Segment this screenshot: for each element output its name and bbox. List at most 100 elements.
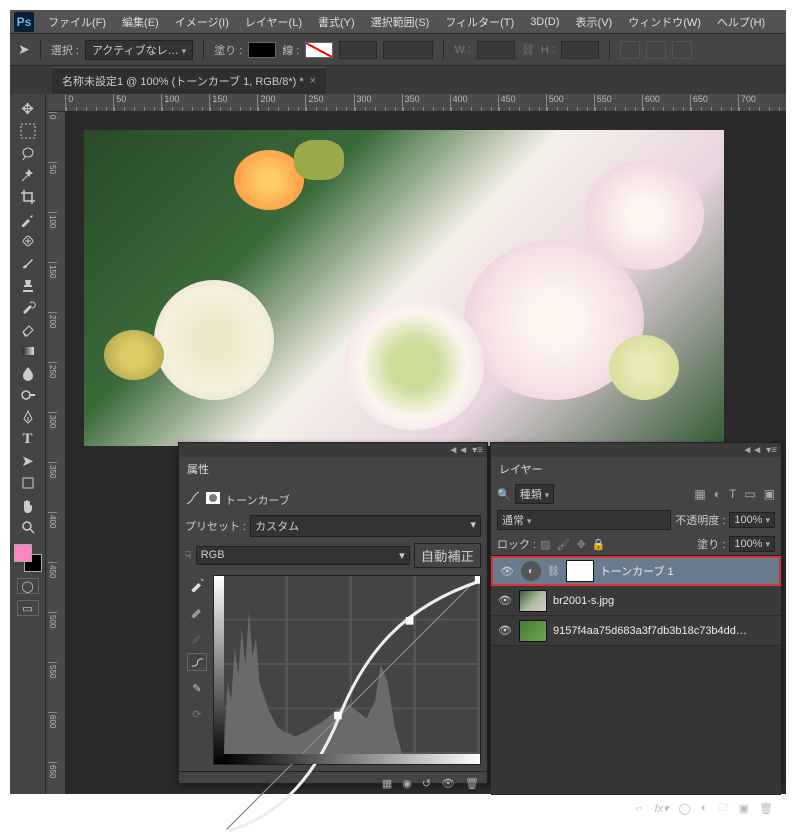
delete-layer-icon[interactable]: 🗑	[759, 802, 773, 815]
channel-dropdown[interactable]: RGB▾	[196, 546, 410, 565]
filter-adjust-icon[interactable]: ◐	[714, 487, 721, 501]
align-icon[interactable]	[646, 41, 666, 59]
gradient-tool[interactable]	[14, 340, 42, 362]
menu-file[interactable]: ファイル(F)	[40, 10, 114, 34]
sample-gray-icon[interactable]	[187, 601, 207, 619]
menu-image[interactable]: イメージ(I)	[167, 10, 237, 34]
auto-button[interactable]: 自動補正	[414, 543, 481, 568]
menu-view[interactable]: 表示(V)	[568, 10, 621, 34]
w-input[interactable]	[477, 41, 515, 59]
layer-name[interactable]: 9157f4aa75d683a3f7db3b18c73b4dd…	[553, 625, 747, 637]
eraser-tool[interactable]	[14, 318, 42, 340]
menu-layer[interactable]: レイヤー(L)	[237, 10, 310, 34]
marquee-tool[interactable]	[14, 120, 42, 142]
curve-draw-icon[interactable]: ✎	[187, 679, 207, 697]
new-group-icon[interactable]: 🗀	[718, 799, 729, 818]
color-swatches[interactable]	[14, 544, 42, 572]
filter-type-icon[interactable]: T	[729, 487, 736, 501]
dodge-tool[interactable]	[14, 384, 42, 406]
curves-graph[interactable]	[213, 575, 481, 765]
shape-tool[interactable]	[14, 472, 42, 494]
sample-white-icon[interactable]	[187, 575, 207, 593]
close-tab-icon[interactable]: ×	[310, 75, 316, 87]
menu-window[interactable]: ウィンドウ(W)	[620, 10, 709, 34]
pen-tool[interactable]	[14, 406, 42, 428]
blend-mode[interactable]: 通常	[497, 510, 671, 530]
layer-thumb[interactable]	[519, 620, 547, 642]
menu-edit[interactable]: 編集(E)	[114, 10, 167, 34]
visibility-icon[interactable]: 👁	[497, 594, 513, 607]
menu-select[interactable]: 選択範囲(S)	[363, 10, 438, 34]
layer-thumb[interactable]	[519, 590, 547, 612]
mask-link-icon[interactable]: ⛓	[547, 566, 560, 577]
fill-swatch[interactable]	[248, 42, 276, 58]
panel-collapse-icon[interactable]: ◄◄	[742, 445, 762, 456]
lasso-tool[interactable]	[14, 142, 42, 164]
preset-dropdown[interactable]: カスタム▾	[250, 515, 481, 537]
opacity-value[interactable]: 100%	[729, 512, 775, 528]
lock-transparent-icon[interactable]: ▨	[540, 538, 550, 551]
layer-row[interactable]: 👁 ◐ ⛓ トーンカーブ 1	[491, 556, 781, 586]
brush-tool[interactable]	[14, 252, 42, 274]
layer-mask-thumb[interactable]	[566, 560, 594, 582]
lock-position-icon[interactable]: ✥	[577, 538, 586, 551]
layer-filter-kind[interactable]: 種類	[515, 484, 555, 504]
select-active-layers[interactable]: アクティブなレ…	[85, 40, 193, 60]
zoom-tool[interactable]	[14, 516, 42, 538]
link-layers-icon[interactable]: ⇔	[634, 802, 645, 814]
curve-point-icon[interactable]	[187, 653, 207, 671]
panel-menu-icon[interactable]: ▾≡	[472, 445, 483, 456]
lock-all-icon[interactable]: 🔒	[592, 538, 606, 551]
layer-name[interactable]: トーンカーブ 1	[600, 563, 674, 579]
link-wh-icon[interactable]: ⛓	[521, 43, 535, 56]
hand-tool[interactable]	[14, 494, 42, 516]
h-input[interactable]	[561, 41, 599, 59]
history-brush-tool[interactable]	[14, 296, 42, 318]
lock-paint-icon[interactable]: 🖌	[557, 538, 571, 551]
move-tool[interactable]: ✥	[14, 98, 42, 120]
fill-opacity-value[interactable]: 100%	[729, 536, 775, 552]
mask-icon	[205, 490, 221, 509]
quickmask-icon[interactable]: ◯	[17, 578, 39, 594]
visibility-icon[interactable]: 👁	[499, 565, 515, 578]
curve-smooth-icon[interactable]: ⟳	[187, 705, 207, 723]
heal-tool[interactable]	[14, 230, 42, 252]
add-mask-icon[interactable]: ◯	[679, 802, 691, 815]
tool-panel: ✥ T ➤ ◯ ▭	[10, 94, 46, 794]
stroke-style[interactable]	[383, 41, 433, 59]
panel-collapse-icon[interactable]: ◄◄	[448, 445, 468, 456]
new-adjustment-icon[interactable]: ◐	[701, 802, 708, 814]
menu-filter[interactable]: フィルター(T)	[437, 10, 522, 34]
visibility-icon[interactable]: 👁	[497, 624, 513, 637]
layer-row[interactable]: 👁 br2001-s.jpg	[491, 586, 781, 616]
new-layer-icon[interactable]: ▣	[739, 802, 749, 815]
filter-pixel-icon[interactable]: ▦	[694, 487, 705, 501]
filter-smart-icon[interactable]: ▣	[764, 487, 775, 501]
crop-tool[interactable]	[14, 186, 42, 208]
panel-menu-icon[interactable]: ▾≡	[766, 445, 777, 456]
document-tab[interactable]: 名称未設定1 @ 100% (トーンカーブ 1, RGB/8*) * ×	[52, 67, 326, 94]
layer-row[interactable]: 👁 9157f4aa75d683a3f7db3b18c73b4dd…	[491, 616, 781, 646]
stroke-swatch[interactable]	[305, 42, 333, 58]
screenmode-icon[interactable]: ▭	[17, 600, 39, 616]
wand-tool[interactable]	[14, 164, 42, 186]
menu-3d[interactable]: 3D(D)	[522, 12, 567, 32]
eyedropper-tool[interactable]	[14, 208, 42, 230]
type-tool[interactable]: T	[14, 428, 42, 450]
stroke-width[interactable]	[339, 41, 377, 59]
filter-shape-icon[interactable]: ▭	[744, 487, 755, 501]
menu-type[interactable]: 書式(Y)	[310, 10, 363, 34]
path-ops-icon[interactable]	[620, 41, 640, 59]
layers-tab[interactable]: レイヤー	[491, 457, 551, 481]
stamp-tool[interactable]	[14, 274, 42, 296]
properties-tab[interactable]: 属性	[179, 457, 217, 481]
hand-sampler-icon[interactable]: ☟	[185, 549, 192, 562]
menu-help[interactable]: ヘルプ(H)	[709, 10, 773, 34]
blur-tool[interactable]	[14, 362, 42, 384]
arrange-icon[interactable]	[672, 41, 692, 59]
fx-icon[interactable]: fx▾	[655, 802, 669, 815]
fg-color[interactable]	[14, 544, 32, 562]
layer-name[interactable]: br2001-s.jpg	[553, 595, 614, 607]
sample-black-icon[interactable]	[187, 627, 207, 645]
path-select-tool[interactable]: ➤	[14, 450, 42, 472]
